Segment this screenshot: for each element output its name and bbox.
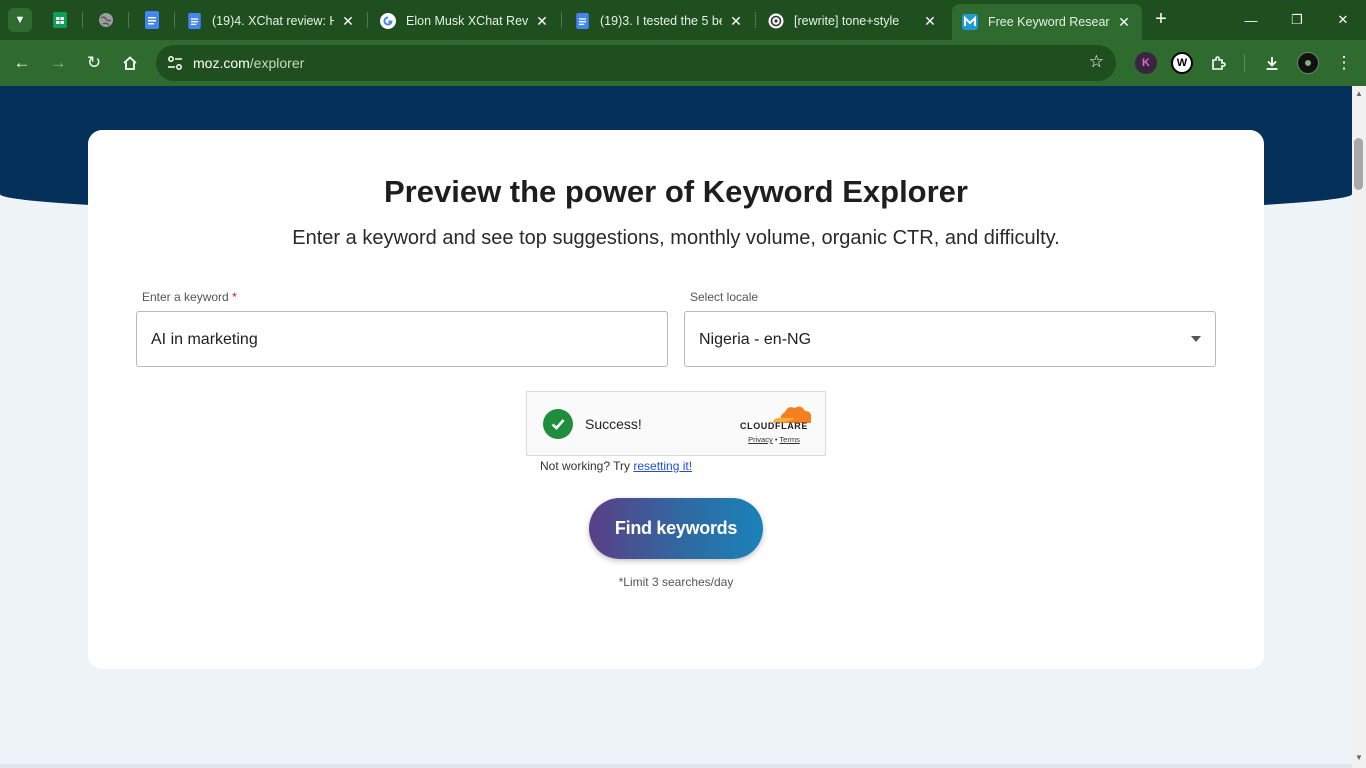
page-viewport: Preview the power of Keyword Explorer En… <box>0 86 1352 768</box>
keyword-label-text: Enter a keyword <box>142 290 229 304</box>
openai-icon <box>768 13 784 29</box>
terms-link[interactable]: Terms <box>779 435 799 444</box>
extension-k[interactable]: K <box>1135 52 1157 74</box>
extension-k-label: K <box>1142 57 1150 69</box>
browser-menu-button[interactable]: ⋮ <box>1332 51 1356 75</box>
extensions-button[interactable] <box>1206 51 1230 75</box>
page-title: Preview the power of Keyword Explorer <box>384 174 968 209</box>
cloudflare-wordmark: CLOUDFLARE <box>740 421 808 431</box>
downloads-button[interactable] <box>1260 51 1284 75</box>
pinned-tab-web[interactable] <box>96 10 116 30</box>
captcha-retry-note: Not working? Try resetting it! <box>540 459 692 473</box>
scrollbar-thumb[interactable] <box>1354 138 1363 190</box>
close-tab-icon[interactable]: ✕ <box>922 13 938 29</box>
google-docs-icon <box>187 13 201 29</box>
google-icon <box>380 13 396 29</box>
keyword-input-value: AI in marketing <box>151 331 258 348</box>
retry-text: Not working? Try <box>540 459 631 473</box>
google-docs-icon <box>145 11 159 29</box>
globe-icon <box>99 13 113 27</box>
pinned-tab-docs[interactable] <box>142 10 162 30</box>
home-icon <box>123 56 137 70</box>
tab-strip: ▼ (19)4. XChat review: Ho ✕ Elon Musk XC… <box>0 0 1366 40</box>
google-docs-icon <box>575 13 589 29</box>
locale-label: Select locale <box>690 290 759 304</box>
pinned-tab-sheets[interactable] <box>50 10 70 30</box>
reset-captcha-link[interactable]: resetting it! <box>633 459 692 473</box>
home-button[interactable] <box>118 51 142 75</box>
url-domain: moz.com <box>193 55 250 71</box>
tab-tested-5-best[interactable]: (19)3. I tested the 5 bes ✕ <box>564 6 754 36</box>
address-bar[interactable]: moz.com/explorer ☆ <box>156 45 1116 81</box>
extension-w[interactable]: W <box>1171 52 1193 74</box>
new-tab-button[interactable]: + <box>1150 8 1172 30</box>
tab-xchat-review[interactable]: (19)4. XChat review: Ho ✕ <box>176 6 366 36</box>
required-mark: * <box>232 290 237 304</box>
extension-w-label: W <box>1176 57 1188 69</box>
profile-avatar[interactable] <box>1297 52 1319 74</box>
google-sheets-icon <box>53 12 67 28</box>
close-window-button[interactable]: ✕ <box>1320 6 1366 34</box>
tab-title: (19)3. I tested the 5 bes <box>600 14 722 28</box>
tab-elon-musk-xchat[interactable]: Elon Musk XChat Revie ✕ <box>370 6 560 36</box>
link-separator: • <box>774 435 778 444</box>
tab-title: [rewrite] tone+style <box>794 14 900 28</box>
search-limit-note: *Limit 3 searches/day <box>618 575 734 589</box>
toolbar-divider <box>1244 54 1245 72</box>
locale-select[interactable]: Nigeria - en-NG <box>684 311 1216 367</box>
tab-title: (19)4. XChat review: Ho <box>212 14 334 28</box>
url-text: moz.com/explorer <box>193 55 304 71</box>
keyword-explorer-card: Preview the power of Keyword Explorer En… <box>88 130 1264 669</box>
browser-toolbar: ← → ↻ moz.com/explorer ☆ K W ⋮ <box>0 40 1366 86</box>
scroll-down-arrow-icon[interactable]: ▼ <box>1353 752 1365 762</box>
tab-free-keyword-research[interactable]: Free Keyword Research ✕ <box>952 4 1142 40</box>
close-tab-icon[interactable]: ✕ <box>1116 14 1132 30</box>
moz-icon <box>962 14 978 30</box>
page-subtitle: Enter a keyword and see top suggestions,… <box>292 227 1060 249</box>
bookmark-star-icon[interactable]: ☆ <box>1089 52 1104 72</box>
forward-button[interactable]: → <box>46 51 70 75</box>
url-path: /explorer <box>249 55 305 71</box>
tab-search-button[interactable]: ▼ <box>8 8 32 32</box>
privacy-link[interactable]: Privacy <box>748 435 773 444</box>
restore-button[interactable]: ❐ <box>1274 6 1320 34</box>
success-check-icon <box>543 409 573 439</box>
minimize-button[interactable]: — <box>1228 6 1274 34</box>
captcha-links: Privacy • Terms <box>735 435 813 444</box>
find-keywords-button[interactable]: Find keywords <box>589 498 763 559</box>
keyword-label: Enter a keyword * <box>142 290 237 304</box>
locale-select-value: Nigeria - en-NG <box>699 331 812 348</box>
download-icon <box>1266 57 1278 70</box>
reload-button[interactable]: ↻ <box>82 51 106 75</box>
scroll-up-arrow-icon[interactable]: ▲ <box>1353 88 1365 98</box>
keyword-input[interactable]: AI in marketing <box>136 311 668 367</box>
dropdown-arrow-icon <box>1191 336 1201 342</box>
puzzle-icon <box>1211 55 1226 70</box>
tab-title: Free Keyword Research <box>988 15 1110 29</box>
back-button[interactable]: ← <box>10 51 34 75</box>
site-info-icon[interactable] <box>166 54 184 72</box>
close-tab-icon[interactable]: ✕ <box>728 13 744 29</box>
close-tab-icon[interactable]: ✕ <box>340 13 356 29</box>
captcha-status: Success! <box>585 416 642 432</box>
cloudflare-turnstile[interactable]: Success! CLOUDFLARE Privacy • Terms <box>526 391 826 456</box>
avatar-icon <box>1305 60 1311 66</box>
page-bottom-edge <box>0 764 1352 768</box>
close-tab-icon[interactable]: ✕ <box>534 13 550 29</box>
tab-rewrite-tone[interactable]: [rewrite] tone+style ✕ <box>758 6 948 36</box>
tab-title: Elon Musk XChat Revie <box>406 14 528 28</box>
